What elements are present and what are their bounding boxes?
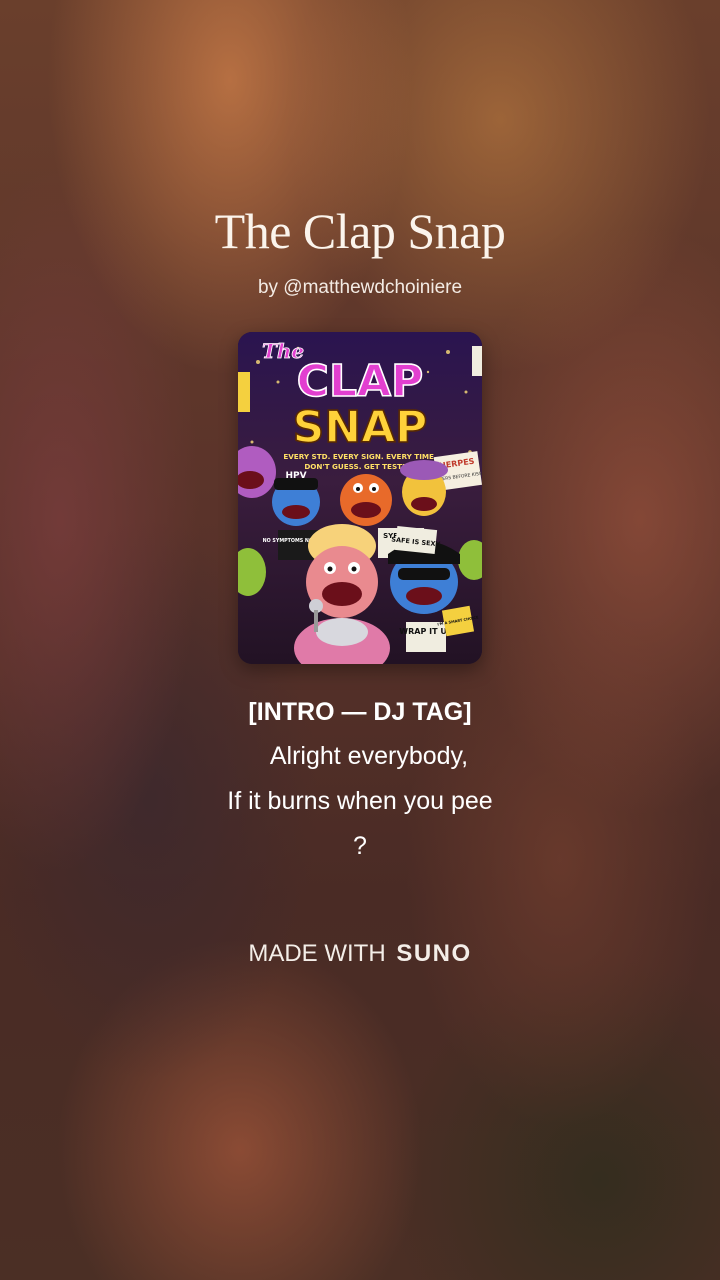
lyric-line-2: If it burns when you pee [227, 787, 493, 815]
lyric-section-header: [INTRO — DJ TAG] [248, 698, 472, 726]
artist-byline[interactable]: by @matthewdchoiniere [0, 274, 720, 302]
made-with-label: MADE WITH [248, 940, 386, 967]
cover-sign-wrap: WRAP IT UP [399, 627, 453, 636]
cover-title-clap: CLAP [297, 356, 424, 407]
cover-art[interactable]: The CLAP SNAP EVERY STD. EVERY SIGN. EVE… [238, 332, 482, 664]
made-with-suno-badge[interactable]: MADE WITH SUNO [0, 936, 720, 972]
cover-sign-hpv: HPV [285, 471, 306, 481]
lyric-share-card: The Clap Snap by @matthewdchoiniere The … [0, 0, 720, 1280]
suno-logo: SUNO [396, 940, 472, 967]
lyric-line-3: ? [353, 832, 367, 860]
song-title: The Clap Snap [214, 203, 506, 259]
cover-tagline-2: DON'T GUESS. GET TESTED. [304, 462, 415, 471]
cover-title-snap: SNAP [293, 402, 428, 453]
cover-art-illustration: The CLAP SNAP EVERY STD. EVERY SIGN. EVE… [238, 332, 482, 664]
lyric-line-1: Alright everybody, [269, 742, 469, 770]
cover-tagline-1: EVERY STD. EVERY SIGN. EVERY TIME. [283, 452, 436, 461]
